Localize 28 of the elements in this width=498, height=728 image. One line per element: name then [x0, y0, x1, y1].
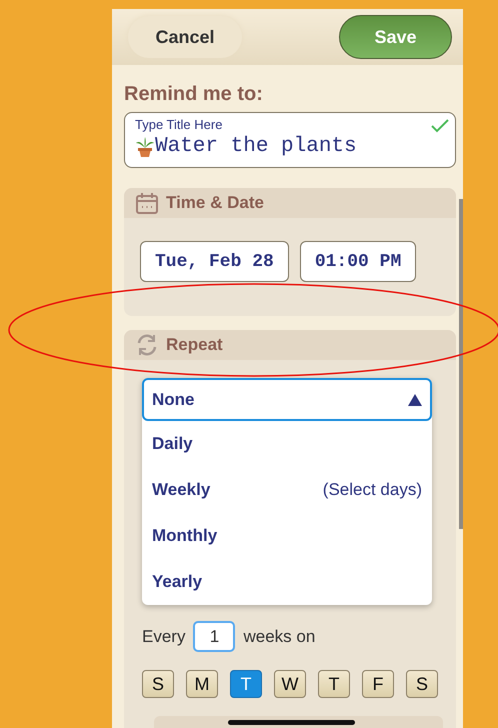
dropdown-option[interactable]: Yearly [142, 559, 432, 605]
weekday-toggle[interactable]: S [406, 670, 438, 698]
weekday-toggle[interactable]: W [274, 670, 306, 698]
dropdown-option[interactable]: Weekly (Select days) [142, 467, 432, 513]
title-field[interactable]: Type Title Here Water the plants [124, 112, 456, 168]
caret-icon [408, 394, 422, 406]
field-label: Remind me to: [124, 83, 264, 106]
section-title: Time & Date [166, 193, 264, 213]
dropdown-option[interactable]: Monthly [142, 513, 432, 559]
calendar-icon [136, 192, 158, 214]
dropdown-option[interactable]: Daily [142, 421, 432, 467]
cancel-button[interactable]: Cancel [128, 16, 242, 58]
weekday-toggle[interactable]: M [186, 670, 218, 698]
unit-label: weeks on [243, 626, 316, 646]
date-button[interactable]: Tue, Feb 28 [140, 241, 289, 282]
field-placeholder: Type Title Here [135, 117, 222, 132]
title-value: Water the plants [155, 135, 357, 158]
interval-field[interactable]: 1 [193, 621, 236, 652]
dropdown-option[interactable]: None [142, 378, 432, 421]
time-button[interactable]: 01:00 PM [300, 241, 416, 282]
weekday-toggle[interactable]: T [318, 670, 350, 698]
every-label: Every [142, 626, 186, 646]
weekday-toggle[interactable]: S [142, 670, 174, 698]
section-title: Repeat [166, 335, 223, 355]
potted-plant-icon [135, 136, 155, 158]
weekday-toggle[interactable]: F [362, 670, 394, 698]
weekday-toggle[interactable]: T [230, 670, 262, 698]
repeat-icon [136, 334, 158, 356]
